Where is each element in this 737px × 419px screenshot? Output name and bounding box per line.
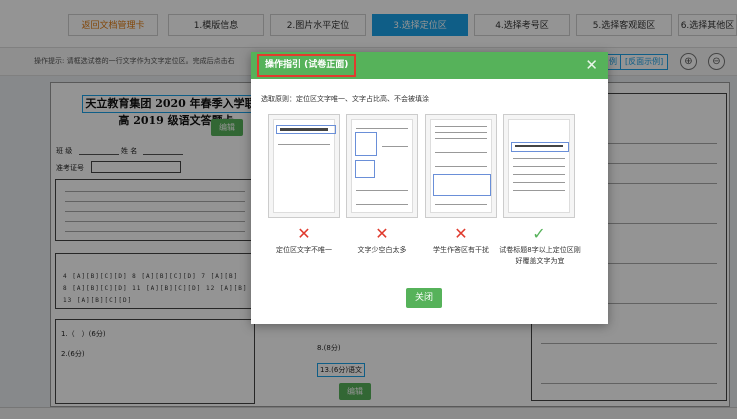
example-thumbnail-not-unique	[268, 114, 340, 218]
selection-principle: 选取原则：定位区文字唯一、文字占比高、不会被填涂	[261, 95, 429, 103]
thumbnail-line	[513, 182, 565, 183]
thumbnail-selection-box	[355, 132, 377, 156]
thumbnail-page	[430, 119, 492, 213]
thumbnail-line	[435, 204, 487, 205]
example-thumbnail-too-blank	[346, 114, 418, 218]
thumbnail-line	[356, 204, 408, 205]
thumbnail-line	[435, 152, 487, 153]
thumbnail-selection-box	[511, 142, 569, 152]
thumbnail-line	[356, 128, 408, 129]
thumbnail-selection-box	[276, 125, 336, 134]
caption-not-unique: 定位区文字不唯一	[276, 246, 332, 254]
thumbnail-line	[513, 166, 565, 167]
thumbnail-line	[435, 138, 487, 139]
wrong-icon: ✕	[454, 224, 468, 243]
thumbnail-line	[435, 126, 487, 127]
thumbnail-line	[513, 174, 565, 175]
dialog-header: 操作指引 (试卷正面) ✕	[251, 52, 608, 79]
thumbnail-selection-box	[433, 174, 491, 196]
thumbnail-page	[508, 119, 570, 213]
wrong-icon: ✕	[297, 224, 311, 243]
example-thumbnail-correct	[503, 114, 575, 218]
thumbnail-line	[513, 158, 565, 159]
thumbnail-page	[351, 119, 413, 213]
example-thumbnail-interference	[425, 114, 497, 218]
thumbnail-title-line	[515, 145, 563, 147]
thumbnail-page	[273, 119, 336, 213]
thumbnail-line	[513, 190, 565, 191]
thumbnail-line	[356, 190, 408, 191]
thumbnail-line	[435, 132, 487, 133]
dialog-title: 操作指引 (试卷正面)	[257, 54, 357, 77]
operation-guide-dialog: 操作指引 (试卷正面) ✕ 选取原则：定位区文字唯一、文字占比高、不会被填涂 ✕…	[251, 52, 608, 324]
close-icon[interactable]: ✕	[585, 56, 598, 74]
thumbnail-selection-box	[355, 160, 375, 178]
caption-correct: 试卷标题8字以上定位区刚好覆盖文字为宜	[499, 246, 581, 265]
thumbnail-line	[382, 146, 408, 147]
caption-too-blank: 文字少空白太多	[357, 246, 407, 254]
wrong-icon: ✕	[375, 224, 389, 243]
caption-interference: 学生作答区有干扰	[433, 246, 489, 254]
thumbnail-line	[278, 144, 330, 145]
thumbnail-line	[435, 166, 487, 167]
close-button[interactable]: 关闭	[406, 288, 442, 308]
check-icon: ✓	[532, 224, 546, 243]
